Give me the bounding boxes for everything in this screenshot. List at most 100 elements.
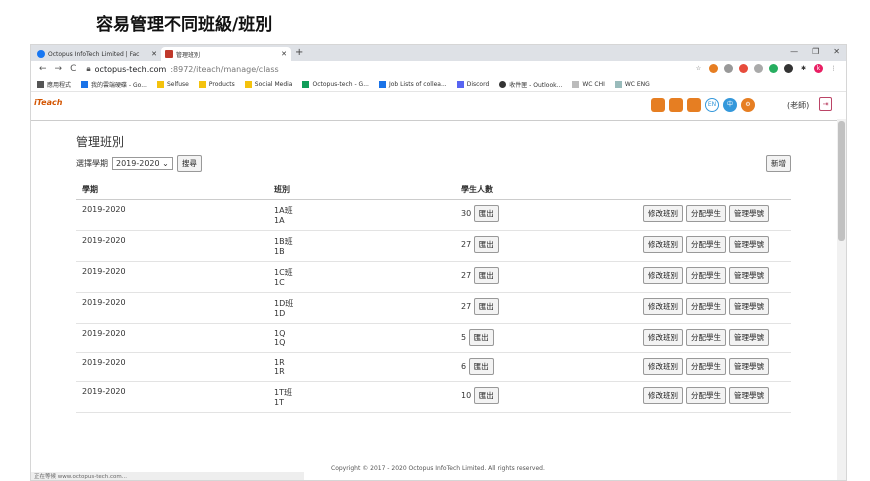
maximize-button[interactable]: ❐ [812, 47, 819, 56]
bookmark-item[interactable]: Selfuse [156, 80, 189, 88]
assign-students-button[interactable]: 分配學生 [686, 205, 726, 222]
tab-manage-class[interactable]: 管理班別 ✕ [161, 47, 291, 61]
cell-actions: 修改班別 分配學生 管理學號 [637, 323, 791, 353]
iteach-logo[interactable]: iTeach [34, 98, 62, 107]
assign-students-button[interactable]: 分配學生 [686, 358, 726, 375]
cell-students: 5 匯出 [455, 323, 637, 353]
assign-students-button[interactable]: 分配學生 [686, 267, 726, 284]
export-button[interactable]: 匯出 [473, 267, 499, 284]
gear-icon[interactable]: ⚙ [741, 98, 755, 112]
col-term: 學期 [76, 179, 268, 200]
tools-icon[interactable] [687, 98, 701, 112]
cell-students: 27 匯出 [455, 261, 637, 293]
user-role: (老師) [787, 101, 810, 110]
bookmark-label: WC CHI [582, 80, 605, 88]
term-select[interactable]: 2019-2020 ⌄ [112, 157, 173, 170]
cell-actions: 修改班別 分配學生 管理學號 [637, 261, 791, 293]
manage-student-no-button[interactable]: 管理學號 [729, 329, 769, 346]
reload-button[interactable]: C [70, 64, 76, 74]
assign-students-button[interactable]: 分配學生 [686, 329, 726, 346]
logout-icon[interactable]: ⇥ [819, 97, 832, 111]
back-button[interactable]: ← [39, 64, 47, 74]
star-icon[interactable]: ☆ [694, 64, 703, 73]
extension-icon[interactable] [724, 64, 733, 73]
link-icon [572, 80, 580, 88]
export-button[interactable]: 匯出 [473, 236, 499, 253]
bookmark-item[interactable]: 收件匣 - Outlook... [499, 80, 562, 89]
cell-class: 1T班 1T [268, 381, 455, 413]
bookmark-item[interactable]: Octopus-tech - G... [302, 80, 369, 88]
manage-student-no-button[interactable]: 管理學號 [729, 236, 769, 253]
cell-term: 2019-2020 [76, 199, 268, 231]
student-count: 27 [461, 240, 472, 249]
extension-icon[interactable] [754, 64, 763, 73]
tab-label: 管理班別 [176, 51, 201, 59]
edit-class-button[interactable]: 修改班別 [643, 387, 683, 404]
export-button[interactable]: 匯出 [468, 329, 494, 346]
new-tab-button[interactable]: + [295, 47, 303, 58]
class-code: 1A [274, 216, 285, 225]
search-button[interactable]: 搜尋 [176, 155, 202, 172]
minimize-button[interactable]: — [790, 47, 798, 56]
chat-icon[interactable] [669, 98, 683, 112]
puzzle-icon[interactable]: ✱ [799, 64, 808, 73]
bookmark-item[interactable]: 應用程式 [37, 80, 71, 89]
col-actions [637, 179, 791, 200]
bookmark-label: Selfuse [166, 80, 189, 88]
add-button[interactable]: 新增 [766, 155, 791, 172]
extension-icon[interactable] [769, 64, 778, 73]
manage-student-no-button[interactable]: 管理學號 [729, 358, 769, 375]
export-button[interactable]: 匯出 [473, 205, 499, 222]
extension-icon[interactable] [709, 64, 718, 73]
cell-actions: 修改班別 分配學生 管理學號 [637, 199, 791, 231]
bookmark-item[interactable]: Discord [456, 80, 489, 88]
bookmark-item[interactable]: WC ENG [614, 80, 650, 88]
scrollbar-thumb[interactable] [838, 121, 845, 241]
manage-student-no-button[interactable]: 管理學號 [729, 387, 769, 404]
export-button[interactable]: 匯出 [473, 387, 499, 404]
bookmark-item[interactable]: Job Lists of collea... [378, 80, 447, 88]
close-icon[interactable]: ✕ [151, 50, 157, 58]
export-button[interactable]: 匯出 [468, 358, 494, 375]
chinese-icon[interactable]: 中 [723, 98, 737, 112]
cell-students: 30 匯出 [455, 199, 637, 231]
extension-icon[interactable] [784, 64, 793, 73]
edit-class-button[interactable]: 修改班別 [643, 236, 683, 253]
avatar[interactable]: k [814, 64, 823, 73]
bookmark-item[interactable]: Social Media [244, 80, 292, 88]
manage-student-no-button[interactable]: 管理學號 [729, 298, 769, 315]
manage-student-no-button[interactable]: 管理學號 [729, 205, 769, 222]
bookmark-item[interactable]: 我的雲端硬碟 - Go... [81, 80, 147, 89]
class-code: 1T [274, 398, 284, 407]
bookmark-label: 應用程式 [47, 81, 72, 89]
cell-term: 2019-2020 [76, 292, 268, 324]
facebook-icon [37, 50, 45, 58]
edit-class-button[interactable]: 修改班別 [643, 298, 683, 315]
edit-class-button[interactable]: 修改班別 [643, 329, 683, 346]
extension-icon[interactable] [739, 64, 748, 73]
edit-class-button[interactable]: 修改班別 [643, 358, 683, 375]
class-code: 1B [274, 247, 285, 256]
assign-students-button[interactable]: 分配學生 [686, 298, 726, 315]
assign-students-button[interactable]: 分配學生 [686, 236, 726, 253]
edit-class-button[interactable]: 修改班別 [643, 205, 683, 222]
assign-students-button[interactable]: 分配學生 [686, 387, 726, 404]
student-count: 27 [461, 302, 472, 311]
url-field[interactable]: 🔒︎ octopus-tech.com:8972/iteach/manage/c… [86, 64, 278, 74]
menu-icon[interactable]: ⋮ [829, 64, 838, 73]
english-icon[interactable]: EN [705, 98, 719, 112]
forward-button[interactable]: → [55, 64, 63, 74]
calendar-icon[interactable] [651, 98, 665, 112]
bookmark-item[interactable]: WC CHI [572, 80, 605, 88]
class-name: 1Q [274, 329, 286, 338]
scrollbar[interactable] [837, 119, 846, 480]
url-path: :8972/iteach/manage/class [170, 64, 279, 74]
tab-facebook[interactable]: Octopus InfoTech Limited | Fac ✕ [33, 47, 161, 61]
export-button[interactable]: 匯出 [473, 298, 499, 315]
bookmark-item[interactable]: Products [198, 80, 235, 88]
close-icon[interactable]: ✕ [281, 50, 287, 58]
manage-student-no-button[interactable]: 管理學號 [729, 267, 769, 284]
edit-class-button[interactable]: 修改班別 [643, 267, 683, 284]
close-window-button[interactable]: ✕ [833, 47, 840, 56]
class-code: 1Q [274, 338, 286, 347]
